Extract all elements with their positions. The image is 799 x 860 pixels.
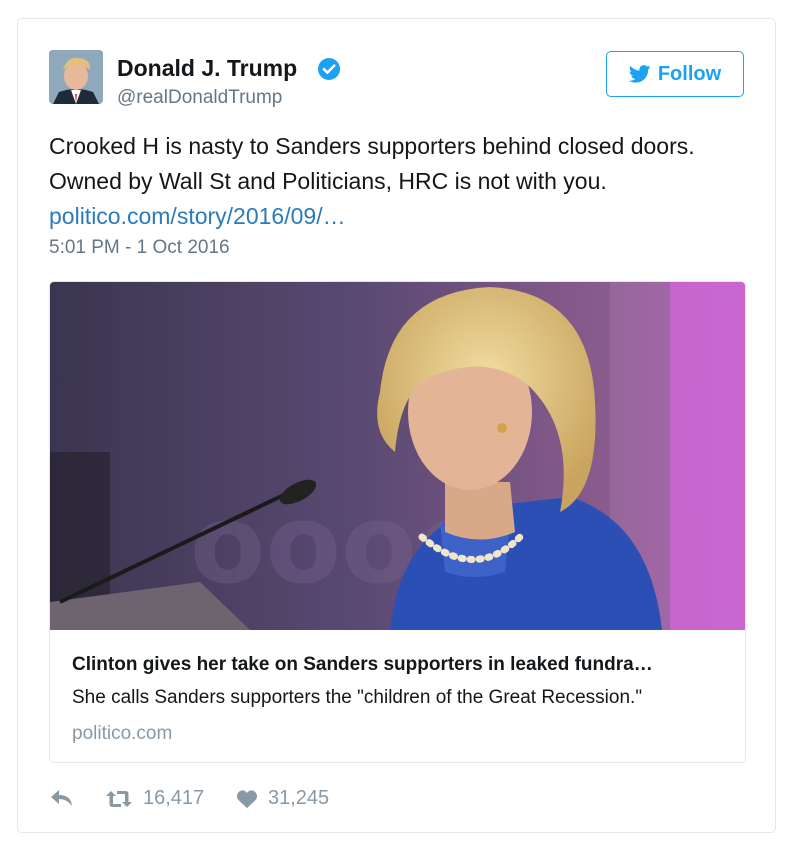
author-name[interactable]: Donald J. Trump [117, 55, 297, 82]
retweet-icon [106, 790, 132, 807]
tweet-text-line-2: Owned by Wall St and Politicians, HRC is… [49, 168, 607, 194]
card-domain: politico.com [72, 723, 173, 744]
card-photo[interactable]: oood [50, 282, 746, 630]
verified-badge-icon [318, 58, 340, 80]
link-card[interactable]: oood Clinton gives her take on Sanders s… [49, 281, 746, 763]
retweet-button[interactable]: 16,417 [105, 787, 204, 810]
reply-icon [51, 790, 72, 806]
card-title[interactable]: Clinton gives her take on Sanders suppor… [72, 654, 653, 676]
like-button[interactable]: 31,245 [236, 787, 329, 810]
follow-button-label: Follow [657, 62, 722, 85]
reply-button[interactable] [49, 787, 75, 809]
tweet-link[interactable]: politico.com/story/2016/09/… [49, 199, 749, 234]
like-count: 31,245 [268, 787, 330, 809]
tweet-actions: 16,417 31,245 [49, 787, 449, 817]
twitter-bird-icon [628, 65, 651, 83]
tweet-text-line-1: Crooked H is nasty to Sanders supporters… [49, 133, 695, 159]
avatar[interactable] [49, 50, 103, 104]
tweet-timestamp[interactable]: 5:01 PM - 1 Oct 2016 [49, 237, 230, 259]
author-handle[interactable]: @realDonaldTrump [117, 87, 282, 109]
follow-button[interactable]: Follow [606, 51, 744, 97]
card-description: She calls Sanders supporters the "childr… [72, 687, 643, 708]
heart-icon [237, 789, 257, 808]
avatar-image [49, 50, 103, 104]
tweet-card: Donald J. Trump @realDonaldTrump Follow … [17, 18, 776, 833]
retweet-count: 16,417 [143, 787, 205, 809]
tweet-text: Crooked H is nasty to Sanders supporters… [49, 129, 749, 234]
